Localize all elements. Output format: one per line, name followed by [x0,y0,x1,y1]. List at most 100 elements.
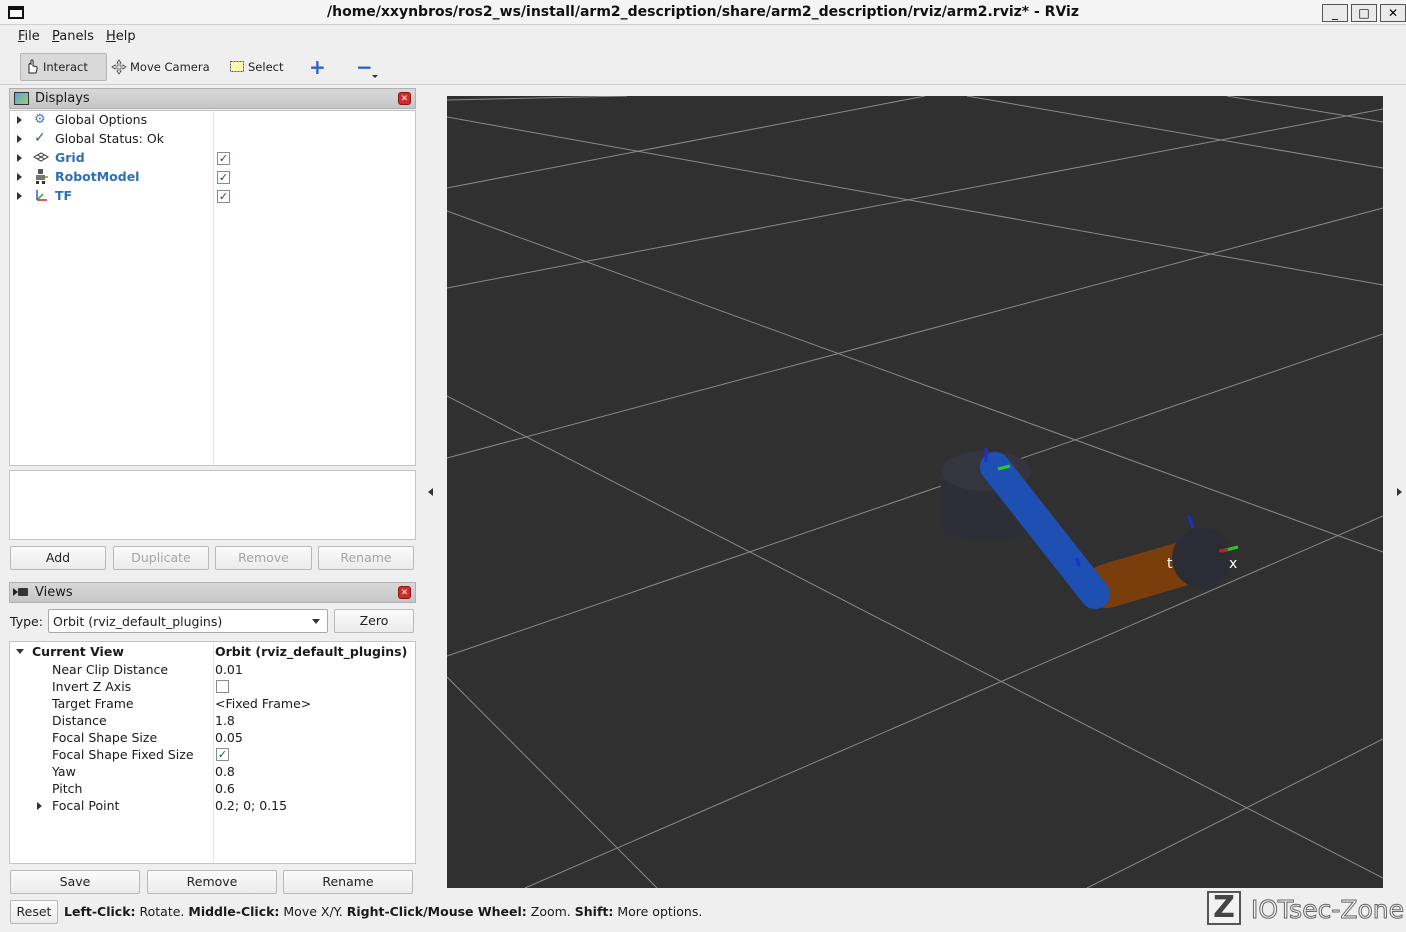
interact-button[interactable]: Interact [20,53,107,81]
hint-key: Right-Click/Mouse Wheel: [346,904,527,919]
display-row-tf[interactable]: TF ✓ [10,187,415,205]
toolbar: Interact Move Camera Select + − [0,49,1406,85]
title-bar: /home/xxynbros/ros2_ws/install/arm2_desc… [0,0,1406,25]
display-label: RobotModel [55,169,140,184]
property-row[interactable]: Pitch 0.6 [10,780,415,798]
expand-arrow-icon[interactable] [17,116,22,124]
watermark-logo: Z [1207,891,1241,925]
expand-arrow-icon[interactable] [17,154,22,162]
remove-display-button[interactable]: Remove [215,546,312,570]
property-label: Near Clip Distance [52,662,169,677]
status-bar: Reset Left-Click: Rotate. Middle-Click: … [0,898,1406,926]
expand-right-panel-icon[interactable] [1397,488,1402,496]
robot-arm [941,448,1239,609]
minimize-button[interactable]: _ [1322,4,1348,22]
property-label: Invert Z Axis [52,679,132,694]
expand-arrow-icon[interactable] [37,802,42,810]
property-value[interactable]: 1.8 [215,713,235,728]
expand-arrow-icon[interactable] [17,135,22,143]
move-camera-button[interactable]: Move Camera [111,53,210,81]
display-row-robotmodel[interactable]: RobotModel ✓ [10,168,415,186]
display-row-global-status[interactable]: ✓ Global Status: Ok [10,130,415,148]
property-row[interactable]: Focal Point 0.2; 0; 0.15 [10,797,415,815]
render-viewport[interactable]: t x [447,96,1383,888]
display-label: TF [55,188,73,203]
current-view-label: Current View [32,644,124,659]
menu-help[interactable]: Help [106,29,136,44]
maximize-button[interactable]: □ [1351,4,1377,22]
expand-arrow-icon[interactable] [17,173,22,181]
view-type-select[interactable]: Orbit (rviz_default_plugins) [48,609,328,633]
property-value[interactable]: 0.01 [215,662,243,677]
reset-button[interactable]: Reset [10,900,58,924]
display-description-box [9,470,416,540]
select-button[interactable]: Select [229,53,283,81]
save-view-button[interactable]: Save [10,870,140,894]
status-hint: Left-Click: Rotate. Middle-Click: Move X… [64,904,702,919]
displays-close-icon[interactable]: ✕ [398,92,411,105]
property-row[interactable]: Focal Shape Size 0.05 [10,729,415,747]
view-properties-tree: Current View Orbit (rviz_default_plugins… [9,641,416,864]
remove-view-button[interactable]: Remove [147,870,277,894]
hint-text: More options. [613,904,703,919]
property-row[interactable]: Target Frame <Fixed Frame> [10,695,415,713]
expand-arrow-icon[interactable] [17,192,22,200]
menu-panels[interactable]: Panels [52,29,94,44]
display-row-grid[interactable]: Grid ✓ [10,149,415,167]
current-view-value: Orbit (rviz_default_plugins) [215,644,408,659]
display-label: Global Options [55,112,148,127]
hint-text: Move X/Y. [279,904,347,919]
robotmodel-enabled-checkbox[interactable]: ✓ [217,171,230,184]
zero-button[interactable]: Zero [334,609,414,633]
menu-bar: File Panels Help [0,26,1406,48]
property-label: Focal Shape Size [52,730,158,745]
collapse-left-panel-icon[interactable] [428,488,433,496]
menu-file[interactable]: File [18,29,40,44]
display-row-global-options[interactable]: ⚙ Global Options [10,111,415,129]
views-close-icon[interactable]: ✕ [398,586,411,599]
move-camera-label: Move Camera [130,60,210,74]
hint-key: Left-Click: [64,904,136,919]
frame-label-left: t [1167,556,1173,572]
camera-icon [18,588,28,596]
view-type-value: Orbit (rviz_default_plugins) [53,614,223,629]
add-tool-button[interactable]: + [309,53,326,81]
property-row[interactable]: Yaw 0.8 [10,763,415,781]
rename-view-button[interactable]: Rename [283,870,413,894]
remove-tool-button[interactable]: − [356,53,373,81]
check-icon: ✓ [34,130,46,146]
property-value[interactable]: 0.6 [215,781,235,796]
add-display-button[interactable]: Add [10,546,106,570]
move-arrows-icon [111,59,127,75]
property-row[interactable]: Distance 1.8 [10,712,415,730]
property-row[interactable]: Focal Shape Fixed Size ✓ [10,746,415,764]
gear-icon: ⚙ [34,112,46,127]
focal-fixed-checkbox[interactable]: ✓ [216,748,229,761]
property-value[interactable]: 0.2; 0; 0.15 [215,798,287,813]
grid-enabled-checkbox[interactable]: ✓ [217,152,230,165]
select-box-icon [229,59,245,75]
property-value[interactable]: 0.8 [215,764,235,779]
tool-menu-arrow-icon[interactable] [372,75,378,78]
collapse-arrow-icon[interactable] [16,649,24,654]
displays-tree: ⚙ Global Options ✓ Global Status: Ok Gri… [9,110,416,466]
grid-lines [447,96,1383,888]
close-button[interactable]: ✕ [1380,4,1406,22]
robot-icon [33,168,49,184]
duplicate-display-button[interactable]: Duplicate [113,546,209,570]
tf-enabled-checkbox[interactable]: ✓ [217,190,230,203]
hand-pointer-icon [24,59,40,75]
property-value[interactable]: 0.05 [215,730,243,745]
property-label: Target Frame [52,696,134,711]
current-view-row[interactable]: Current View Orbit (rviz_default_plugins… [10,643,415,661]
hint-text: Rotate. [135,904,189,919]
property-row[interactable]: Near Clip Distance 0.01 [10,661,415,679]
property-value[interactable]: <Fixed Frame> [215,696,311,711]
property-label: Focal Point [52,798,120,813]
frame-label-right: x [1229,556,1238,572]
rename-display-button[interactable]: Rename [318,546,414,570]
select-label: Select [248,60,284,74]
invert-z-checkbox[interactable] [216,680,229,693]
property-row[interactable]: Invert Z Axis [10,678,415,696]
watermark-text: IOTsec-Zone [1250,895,1405,925]
